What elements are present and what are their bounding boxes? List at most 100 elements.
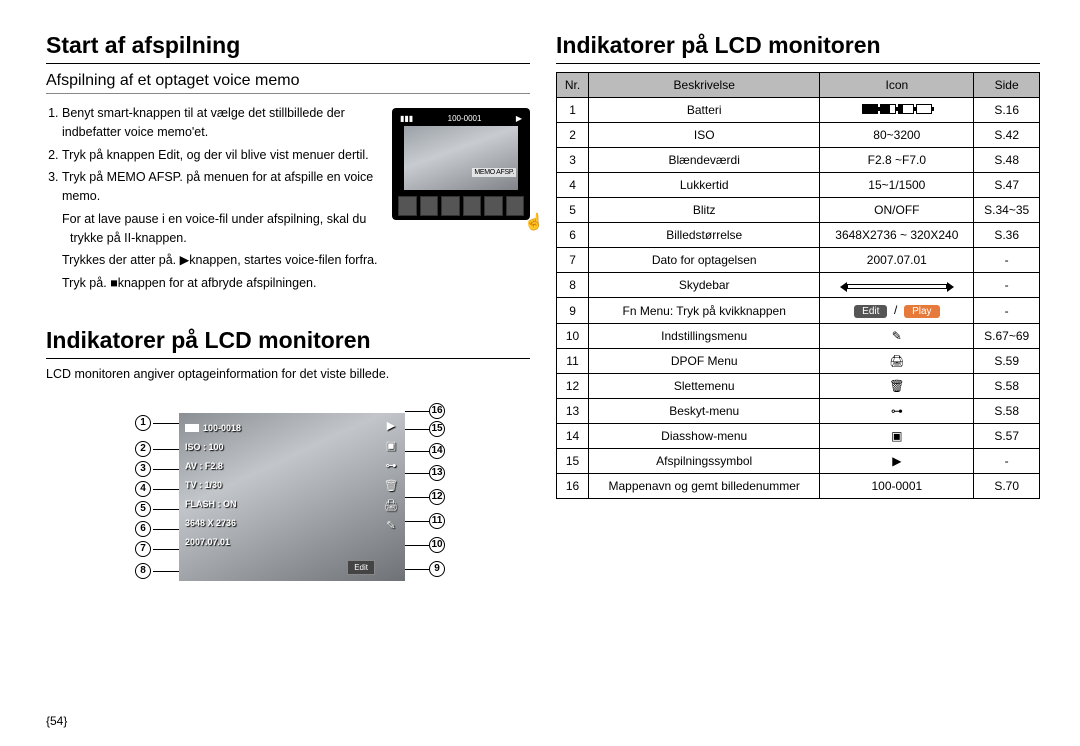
slideshow-icon: ▣ bbox=[383, 439, 399, 453]
settings-icon: ✎ bbox=[383, 519, 399, 533]
cell-description: Diasshow-menu bbox=[589, 424, 820, 449]
subheading-voice-memo: Afspilning af et optaget voice memo bbox=[46, 72, 530, 94]
cell-page: S.36 bbox=[974, 223, 1040, 248]
cell-nr: 14 bbox=[557, 424, 589, 449]
cell-description: Blitz bbox=[589, 198, 820, 223]
cell-page: - bbox=[974, 298, 1040, 324]
callout-14: 14 bbox=[429, 443, 445, 459]
table-row: 16Mappenavn og gemt billedenummer100-000… bbox=[557, 474, 1040, 499]
cell-icon: 3648X2736 ~ 320X240 bbox=[820, 223, 974, 248]
table-row: 12Slettemenu🗑S.58 bbox=[557, 374, 1040, 399]
voice-memo-screenshot: ▮▮▮ 100-0001 ▶ MEMO AFSP. ☝ bbox=[392, 108, 530, 220]
cell-icon: ▣ bbox=[820, 424, 974, 449]
cell-page: S.58 bbox=[974, 374, 1040, 399]
lcd-filenum: 100-0018 bbox=[203, 419, 241, 438]
cell-icon: ⊶ bbox=[820, 399, 974, 424]
cell-page: S.16 bbox=[974, 98, 1040, 123]
callout-3: 3 bbox=[135, 461, 151, 477]
hand-cursor-icon: ☝ bbox=[524, 212, 544, 232]
heading-lcd-indicators-left: Indikatorer på LCD monitoren bbox=[46, 327, 530, 359]
lcd-diagram: 100-0018 ISO : 100 AV : F2.8 TV : 1/30 F… bbox=[73, 405, 503, 605]
cell-description: Beskyt-menu bbox=[589, 399, 820, 424]
cell-page: - bbox=[974, 449, 1040, 474]
heading-lcd-indicators-right: Indikatorer på LCD monitoren bbox=[556, 32, 1040, 64]
mini-filenum: 100-0001 bbox=[448, 114, 482, 123]
step-2: Tryk på knappen Edit, og der vil blive v… bbox=[62, 146, 382, 165]
edit-pill: Edit bbox=[854, 305, 887, 318]
cell-description: DPOF Menu bbox=[589, 349, 820, 374]
table-row: 9Fn Menu: Tryk på kvikknappenEdit / Play… bbox=[557, 298, 1040, 324]
mini-photo bbox=[404, 126, 518, 190]
lcd-description: LCD monitoren angiver optageinformation … bbox=[46, 367, 530, 381]
cell-icon: 15~1/1500 bbox=[820, 173, 974, 198]
cell-nr: 7 bbox=[557, 248, 589, 273]
lcd-iso: ISO : 100 bbox=[185, 438, 241, 457]
edit-button-label: Edit bbox=[347, 560, 375, 575]
th-beskrivelse: Beskrivelse bbox=[589, 73, 820, 98]
lcd-tv: TV : 1/30 bbox=[185, 476, 241, 495]
cell-nr: 12 bbox=[557, 374, 589, 399]
thumbnail-strip bbox=[398, 196, 524, 216]
cell-nr: 5 bbox=[557, 198, 589, 223]
step-list: Benyt smart-knappen til at vælge det sti… bbox=[62, 104, 382, 206]
table-row: 11DPOF Menu🖨S.59 bbox=[557, 349, 1040, 374]
cell-icon: F2.8 ~F7.0 bbox=[820, 148, 974, 173]
cell-page: S.48 bbox=[974, 148, 1040, 173]
cell-page: S.34~35 bbox=[974, 198, 1040, 223]
cell-icon bbox=[820, 273, 974, 298]
callout-6: 6 bbox=[135, 521, 151, 537]
cell-page: - bbox=[974, 273, 1040, 298]
cell-nr: 10 bbox=[557, 324, 589, 349]
battery-icon: ▮▮▮ bbox=[400, 114, 413, 123]
th-nr: Nr. bbox=[557, 73, 589, 98]
lcd-av: AV : F2.8 bbox=[185, 457, 241, 476]
callout-13: 13 bbox=[429, 465, 445, 481]
slider-icon bbox=[847, 284, 947, 289]
cell-page: - bbox=[974, 248, 1040, 273]
cell-nr: 3 bbox=[557, 148, 589, 173]
cell-icon: ON/OFF bbox=[820, 198, 974, 223]
play-mode-icon: ▶ bbox=[383, 419, 399, 433]
lcd-flash: FLASH : ON bbox=[185, 495, 241, 514]
substep-list: For at lave pause i en voice-fil under a… bbox=[62, 210, 382, 293]
callout-12: 12 bbox=[429, 489, 445, 505]
cell-icon: ✎ bbox=[820, 324, 974, 349]
cell-description: Blændeværdi bbox=[589, 148, 820, 173]
table-row: 2ISO80~3200S.42 bbox=[557, 123, 1040, 148]
callout-11: 11 bbox=[429, 513, 445, 529]
step-3: Tryk på MEMO AFSP. på menuen for at afsp… bbox=[62, 168, 382, 206]
callout-7: 7 bbox=[135, 541, 151, 557]
cell-icon: 🗑 bbox=[820, 374, 974, 399]
table-row: 8Skydebar- bbox=[557, 273, 1040, 298]
cell-page: S.42 bbox=[974, 123, 1040, 148]
battery-levels-icon bbox=[861, 103, 933, 117]
cell-nr: 13 bbox=[557, 399, 589, 424]
table-row: 1Batteri S.16 bbox=[557, 98, 1040, 123]
cell-description: Slettemenu bbox=[589, 374, 820, 399]
page-number: {54} bbox=[46, 714, 67, 728]
cell-description: Skydebar bbox=[589, 273, 820, 298]
cell-page: S.67~69 bbox=[974, 324, 1040, 349]
cell-page: S.57 bbox=[974, 424, 1040, 449]
table-row: 6Billedstørrelse3648X2736 ~ 320X240S.36 bbox=[557, 223, 1040, 248]
callout-8: 8 bbox=[135, 563, 151, 579]
cell-page: S.58 bbox=[974, 399, 1040, 424]
cell-nr: 2 bbox=[557, 123, 589, 148]
cell-description: Batteri bbox=[589, 98, 820, 123]
callout-15: 15 bbox=[429, 421, 445, 437]
cell-nr: 11 bbox=[557, 349, 589, 374]
cell-icon: 2007.07.01 bbox=[820, 248, 974, 273]
cell-description: ISO bbox=[589, 123, 820, 148]
callout-1: 1 bbox=[135, 415, 151, 431]
table-row: 7Dato for optagelsen2007.07.01- bbox=[557, 248, 1040, 273]
table-row: 10Indstillingsmenu✎S.67~69 bbox=[557, 324, 1040, 349]
cell-page: S.70 bbox=[974, 474, 1040, 499]
battery-icon bbox=[185, 424, 199, 432]
cell-nr: 1 bbox=[557, 98, 589, 123]
table-row: 4Lukkertid15~1/1500S.47 bbox=[557, 173, 1040, 198]
lcd-size: 3648 X 2736 bbox=[185, 514, 241, 533]
delete-icon: 🗑 bbox=[383, 479, 399, 493]
table-row: 15Afspilningssymbol▶- bbox=[557, 449, 1040, 474]
cell-nr: 9 bbox=[557, 298, 589, 324]
cell-nr: 4 bbox=[557, 173, 589, 198]
